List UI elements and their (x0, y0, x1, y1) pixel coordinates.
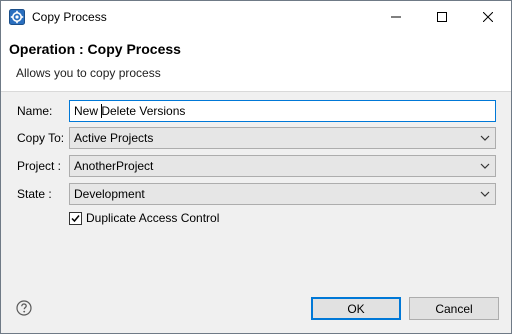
name-input[interactable]: New Delete Versions (69, 100, 496, 122)
process-app-icon (9, 9, 25, 25)
name-value-before-cursor: New (74, 104, 102, 118)
duplicate-access-control-row[interactable]: Duplicate Access Control (69, 210, 219, 226)
dialog-header: Operation : Copy Process Allows you to c… (1, 32, 511, 92)
duplicate-access-control-label: Duplicate Access Control (86, 211, 220, 225)
chevron-down-icon (480, 191, 490, 197)
name-input-value: New Delete Versions (74, 104, 185, 118)
project-value: AnotherProject (74, 159, 154, 173)
maximize-button[interactable] (419, 1, 465, 32)
state-value: Development (74, 187, 145, 201)
close-icon (483, 11, 493, 22)
project-label: Project : (17, 159, 62, 173)
title-bar[interactable]: Copy Process (1, 1, 511, 32)
project-select[interactable]: AnotherProject (69, 155, 496, 177)
copy-to-select[interactable]: Active Projects (69, 127, 496, 149)
help-button[interactable] (16, 300, 32, 316)
name-value-after-cursor: Delete Versions (101, 104, 186, 118)
help-icon (16, 300, 32, 316)
chevron-down-icon (480, 163, 490, 169)
ok-button[interactable]: OK (311, 297, 401, 320)
minimize-icon (391, 16, 401, 17)
close-button[interactable] (465, 1, 511, 32)
cancel-button[interactable]: Cancel (409, 297, 499, 320)
operation-description: Allows you to copy process (16, 66, 161, 80)
name-label: Name: (17, 104, 53, 118)
maximize-icon (437, 11, 447, 22)
copy-to-label: Copy To: (17, 131, 65, 145)
state-select[interactable]: Development (69, 183, 496, 205)
operation-title: Operation : Copy Process (9, 41, 181, 57)
state-label: State : (17, 187, 52, 201)
copy-to-value: Active Projects (74, 131, 154, 145)
chevron-down-icon (480, 135, 490, 141)
copy-process-dialog: Copy Process Operation : Copy Process Al… (0, 0, 512, 334)
checkmark-icon (71, 214, 80, 222)
duplicate-access-control-checkbox[interactable] (69, 211, 82, 225)
window-title: Copy Process (32, 10, 107, 24)
minimize-button[interactable] (373, 1, 419, 32)
